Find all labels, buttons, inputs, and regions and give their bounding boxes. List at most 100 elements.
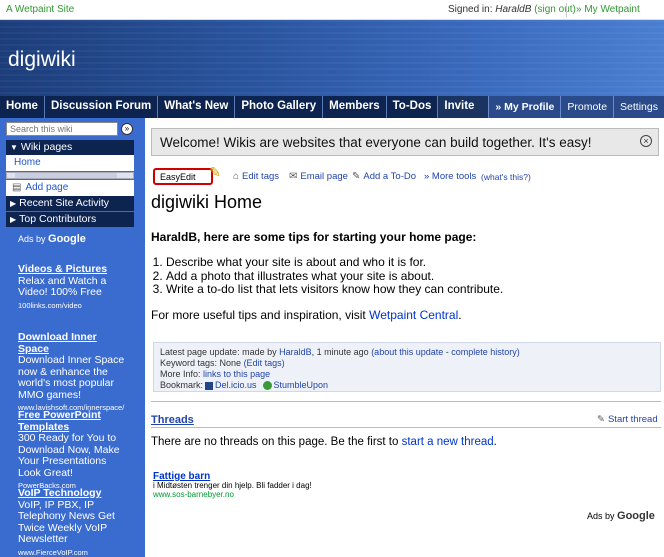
list-item: Describe what your site is about and who… (166, 255, 503, 270)
more-tools-link[interactable]: » More tools (424, 171, 476, 182)
add-todo-label: Add a To-Do (363, 171, 417, 182)
sidebar-ad[interactable]: VoIP Technology VoIP, IP PBX, IP Telepho… (18, 487, 128, 557)
nav-discussion-forum[interactable]: Discussion Forum (45, 96, 159, 118)
nav-my-profile[interactable]: » My Profile (488, 96, 560, 118)
ad-url[interactable]: 100links.com/video (18, 300, 128, 312)
nav-to-dos[interactable]: To-Dos (387, 96, 439, 118)
nav-whats-new[interactable]: What's New (158, 96, 236, 118)
stumbleupon-icon (262, 381, 272, 391)
google-logo: Google (617, 510, 655, 522)
ads-by-google[interactable]: Ads by Google (587, 510, 655, 522)
scrollbar-thumb[interactable] (15, 173, 117, 178)
main-content: Welcome! Wikis are websites that everyon… (141, 118, 664, 557)
ads-by-label: Ads by (587, 511, 615, 521)
nav-tabs: Home Discussion Forum What's New Photo G… (0, 96, 474, 118)
complete-history-link[interactable]: complete history) (451, 347, 520, 357)
tips-list: Describe what your site is about and who… (166, 255, 503, 297)
signed-in-label: Signed in: (448, 4, 493, 15)
ad-title[interactable]: Free PowerPoint Templates (18, 409, 128, 433)
ad-url[interactable]: www.FierceVoIP.com (18, 547, 128, 557)
nav-settings[interactable]: Settings (613, 96, 664, 118)
more-info-label: More Info: (160, 369, 201, 379)
nav-account: » My Profile Promote Settings (488, 96, 664, 118)
search-go-icon[interactable]: » (121, 123, 133, 135)
wetpaint-central-link[interactable]: Wetpaint Central (369, 308, 458, 322)
threads-heading[interactable]: Threads (151, 414, 194, 426)
delicious-link[interactable]: Del.icio.us (215, 380, 257, 390)
welcome-banner: Welcome! Wikis are websites that everyon… (151, 128, 659, 156)
divider (566, 3, 567, 17)
add-todo-link[interactable]: ✎ Add a To-Do (352, 171, 416, 182)
wiki-pages-scrollbar[interactable] (6, 172, 134, 179)
add-page-label: Add page (25, 182, 69, 193)
info-edit-tags-link[interactable]: (Edit tags) (244, 358, 285, 368)
chevron-down-icon: ▼ (10, 143, 18, 152)
easyedit-button[interactable]: EasyEdit ✎ (153, 164, 221, 185)
pencil-icon: ✎ (352, 171, 361, 182)
email-page-label: Email page (300, 171, 348, 182)
ad-title[interactable]: Download Inner Space (18, 331, 128, 355)
links-to-page-link[interactable]: links to this page (203, 369, 270, 379)
no-threads-text: There are no threads on this page. Be th… (151, 436, 399, 448)
sidebar-ad[interactable]: Download Inner Space Download Inner Spac… (18, 331, 128, 414)
sidebar: » ▼Wiki pages Home ▤Add page ▶Recent Sit… (0, 118, 141, 557)
chevron-right-icon: ▶ (10, 215, 17, 224)
edit-tags-label: Edit tags (242, 171, 280, 182)
start-thread-label: Start thread (607, 414, 658, 425)
add-page-link[interactable]: ▤ Add page (6, 180, 134, 196)
ads-by-google[interactable]: Ads by Google (18, 233, 86, 245)
sidebar-recent-activity[interactable]: ▶ Recent Site Activity (6, 196, 134, 211)
welcome-text: Welcome! Wikis are websites that everyon… (160, 135, 592, 150)
start-thread-link[interactable]: ✎ Start thread (597, 414, 658, 425)
easyedit-label: EasyEdit (160, 172, 196, 182)
ad-url[interactable]: www.sos-barnebyer.no (153, 490, 403, 499)
more-tips: For more useful tips and inspiration, vi… (151, 308, 462, 322)
nav-promote[interactable]: Promote (560, 96, 613, 118)
edit-tags-link[interactable]: ⌂ Edit tags (233, 171, 279, 182)
signed-in-user: HaraldB (495, 4, 532, 15)
close-icon[interactable]: × (640, 135, 652, 147)
my-wetpaint-link[interactable]: » My Wetpaint (576, 4, 640, 15)
site-header: digiwiki (0, 20, 664, 96)
stumbleupon-link[interactable]: StumbleUpon (274, 380, 329, 390)
ad-title[interactable]: Fattige barn (153, 472, 403, 482)
recent-activity-label: Recent Site Activity (19, 197, 110, 209)
ad-body: Relax and Watch a Video! 100% Free (18, 274, 107, 298)
last-update-line: Latest page update: made by HaraldB, 1 m… (160, 347, 654, 358)
nav-invite[interactable]: Invite (438, 96, 480, 118)
new-thread-link[interactable]: start a new thread (402, 436, 494, 448)
top-contributors-label: Top Contributors (19, 213, 97, 225)
sidebar-wiki-pages[interactable]: ▼ Wiki pages (6, 140, 134, 155)
whats-this-link[interactable]: (what's this?) (481, 172, 531, 182)
page-info-box: Latest page update: made by HaraldB, 1 m… (153, 342, 661, 392)
chevron-right-icon: ▶ (10, 199, 17, 208)
email-page-link[interactable]: ✉ Email page (289, 171, 348, 182)
page-icon: ▤ (12, 182, 22, 193)
page-toolbar: EasyEdit ✎ ⌂ Edit tags ✉ Email page ✎ Add a… (153, 164, 653, 186)
site-label[interactable]: A Wetpaint Site (6, 4, 74, 15)
bookmark-label: Bookmark: (160, 380, 204, 390)
nav-home[interactable]: Home (0, 96, 45, 118)
sidebar-top-contributors[interactable]: ▶ Top Contributors (6, 212, 134, 227)
about-update-link[interactable]: (about this update (371, 347, 443, 357)
site-title[interactable]: digiwiki (8, 48, 76, 72)
ad-body: VoIP, IP PBX, IP Telephony News Get Twic… (18, 498, 115, 545)
sign-out-link[interactable]: (sign out) (534, 4, 576, 15)
nav-members[interactable]: Members (323, 96, 387, 118)
envelope-icon: ✉ (289, 171, 298, 182)
sidebar-ad[interactable]: Free PowerPoint Templates 300 Ready for … (18, 409, 128, 492)
sidebar-item-home[interactable]: Home (6, 155, 134, 171)
more-tips-end: . (458, 308, 462, 322)
list-item: Write a to-do list that lets visitors kn… (166, 282, 503, 297)
last-update-label: Latest page update: made by (160, 347, 277, 357)
nav-photo-gallery[interactable]: Photo Gallery (235, 96, 324, 118)
ad-body: i Midtøsten trenger din hjelp. Bli fadde… (153, 481, 312, 490)
divider (151, 427, 661, 428)
tips-heading: HaraldB, here are some tips for starting… (151, 230, 477, 244)
content-ad[interactable]: Fattige barn i Midtøsten trenger din hje… (153, 472, 403, 500)
last-update-user-link[interactable]: HaraldB (279, 347, 312, 357)
sidebar-ad[interactable]: Videos & Pictures Relax and Watch a Vide… (18, 263, 128, 312)
search-input[interactable] (6, 122, 118, 136)
page-title: digiwiki Home (151, 192, 263, 212)
more-info-line: More Info: links to this page (160, 369, 654, 380)
